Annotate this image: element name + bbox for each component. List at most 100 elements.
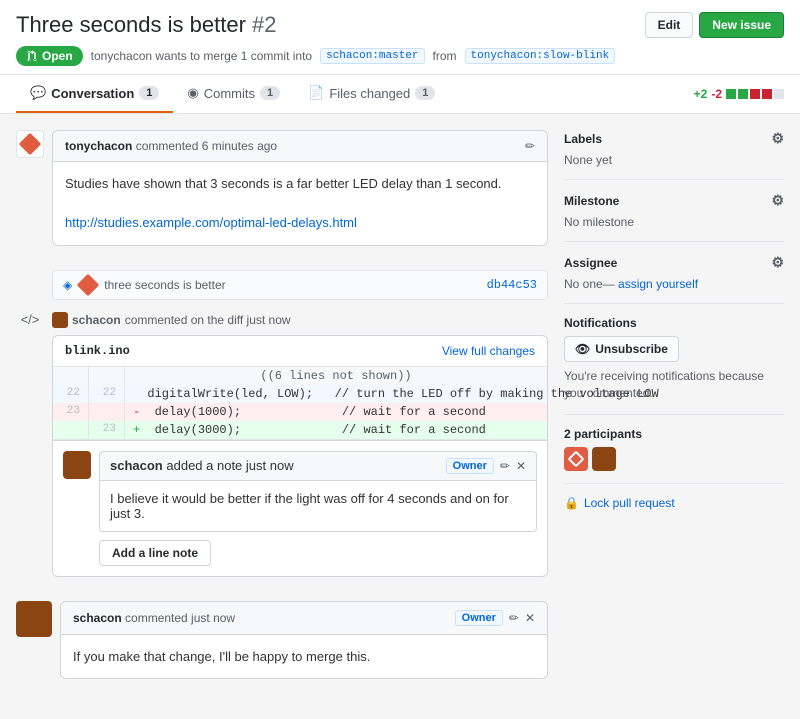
tab-files-changed-label: Files changed bbox=[329, 86, 410, 101]
assignee-label: Assignee ⚙ bbox=[564, 254, 784, 271]
milestone-section: Milestone ⚙ No milestone bbox=[564, 179, 784, 241]
bottom-comment-content: schacon commented just now Owner ✏ ✕ If … bbox=[60, 601, 548, 692]
tab-conversation-count: 1 bbox=[139, 86, 159, 100]
bottom-comment-author: schacon bbox=[73, 611, 122, 625]
tab-files-changed-count: 1 bbox=[415, 86, 435, 100]
participants-section: 2 participants bbox=[564, 414, 784, 483]
milestone-gear-icon[interactable]: ⚙ bbox=[771, 192, 784, 209]
first-comment-body: Studies have shown that 3 seconds is a f… bbox=[53, 162, 547, 245]
labels-section: Labels ⚙ None yet bbox=[564, 130, 784, 179]
bottom-comment-body: If you make that change, I'll be happy t… bbox=[61, 635, 547, 679]
tab-commits-label: Commits bbox=[204, 86, 255, 101]
first-comment-box: tonychacon commented 6 minutes ago ✏ Stu… bbox=[52, 130, 548, 246]
participants-list bbox=[564, 447, 784, 471]
labels-value: None yet bbox=[564, 153, 784, 167]
diff-icon: ◈ bbox=[63, 278, 72, 292]
tab-conversation[interactable]: 💬 Conversation 1 bbox=[16, 75, 173, 113]
labels-gear-icon[interactable]: ⚙ bbox=[771, 130, 784, 147]
diff-removed-row-23: 23 - delay(1000); // wait for a second bbox=[53, 403, 547, 421]
pr-meta-text: tonychacon wants to merge 1 commit into bbox=[91, 49, 312, 63]
inline-owner-badge: Owner bbox=[446, 458, 494, 474]
diff-blocks bbox=[726, 89, 784, 99]
diff-added-row-23: 23 + delay(3000); // wait for a second bbox=[53, 421, 547, 439]
commit-avatar bbox=[77, 273, 100, 296]
content-body: tonychacon commented 6 minutes ago ✏ Stu… bbox=[0, 114, 800, 719]
diff-block-1 bbox=[726, 89, 736, 99]
eye-icon: 👁 bbox=[575, 342, 590, 356]
notifications-label: Notifications bbox=[564, 316, 784, 330]
inline-close-icon[interactable]: ✕ bbox=[516, 459, 526, 473]
commit-sha[interactable]: db44c53 bbox=[487, 278, 537, 292]
bottom-comment-row: schacon commented just now Owner ✏ ✕ If … bbox=[16, 601, 548, 692]
assignee-gear-icon[interactable]: ⚙ bbox=[771, 254, 784, 271]
tab-conversation-label: Conversation bbox=[51, 86, 134, 101]
diff-line-icon: </> bbox=[16, 312, 44, 327]
diff-commenter: schacon bbox=[72, 313, 121, 327]
lock-pull-request-link[interactable]: 🔒 Lock pull request bbox=[564, 496, 784, 510]
diff-comment-content: schacon commented on the diff just now b… bbox=[52, 312, 548, 589]
code-diff: ((6 lines not shown)) 22 22 digitalWrite… bbox=[53, 367, 547, 440]
inline-comment-header: schacon added a note just now Owner ✏ ✕ bbox=[99, 451, 537, 481]
inline-comment-inner: schacon added a note just now Owner ✏ ✕ bbox=[53, 441, 547, 576]
diff-filename: blink.ino bbox=[65, 344, 130, 358]
commit-line: ◈ three seconds is better db44c53 bbox=[52, 270, 548, 300]
inline-comment-content: schacon added a note just now Owner ✏ ✕ bbox=[99, 451, 537, 566]
tab-files-changed[interactable]: 📄 Files changed 1 bbox=[294, 75, 449, 113]
inline-edit-icon[interactable]: ✏ bbox=[500, 459, 510, 473]
view-full-changes-link[interactable]: View full changes bbox=[442, 344, 535, 358]
pr-from-text: from bbox=[433, 49, 457, 63]
git-pull-request-icon bbox=[26, 50, 38, 62]
diff-block-3 bbox=[750, 89, 760, 99]
assignee-value: No one— assign yourself bbox=[564, 277, 784, 291]
head-branch[interactable]: tonychacon:slow-blink bbox=[465, 48, 616, 64]
diff-minus-stat: -2 bbox=[711, 87, 722, 101]
edit-comment-icon[interactable]: ✏ bbox=[525, 139, 535, 153]
commit-message: three seconds is better bbox=[104, 278, 225, 292]
diff-plus-stat: +2 bbox=[694, 87, 708, 101]
edit-button[interactable]: Edit bbox=[645, 12, 694, 38]
tab-commits[interactable]: ◉ Commits 1 bbox=[173, 75, 294, 113]
first-comment-time: commented 6 minutes ago bbox=[136, 139, 277, 153]
lock-section: 🔒 Lock pull request bbox=[564, 483, 784, 522]
first-comment-content: tonychacon commented 6 minutes ago ✏ Stu… bbox=[52, 130, 548, 258]
first-comment-header: tonychacon commented 6 minutes ago ✏ bbox=[53, 131, 547, 162]
comment-link[interactable]: http://studies.example.com/optimal-led-d… bbox=[65, 215, 357, 230]
assignee-section: Assignee ⚙ No one— assign yourself bbox=[564, 241, 784, 303]
add-line-note-area: Add a line note bbox=[99, 532, 537, 566]
diff-expand-row: ((6 lines not shown)) bbox=[53, 367, 547, 385]
schacon-diff-meta: schacon commented on the diff just now bbox=[52, 312, 548, 331]
inline-comment: schacon added a note just now Owner ✏ ✕ bbox=[53, 440, 547, 576]
base-branch[interactable]: schacon:master bbox=[320, 48, 424, 64]
bottom-edit-icon[interactable]: ✏ bbox=[509, 611, 519, 625]
diff-block-5 bbox=[774, 89, 784, 99]
diff-comment-wrapper: blink.ino View full changes ((6 lines no… bbox=[52, 335, 548, 577]
participant-1-avatar[interactable] bbox=[564, 447, 588, 471]
notifications-text: You're receiving notifications because y… bbox=[564, 368, 784, 402]
timeline: tonychacon commented 6 minutes ago ✏ Stu… bbox=[16, 130, 548, 703]
participants-label: 2 participants bbox=[564, 427, 784, 441]
diff-comment-row: </> schacon commented on the diff just n… bbox=[16, 312, 548, 589]
diff-context-row-22: 22 22 digitalWrite(led, LOW); // turn th… bbox=[53, 385, 547, 403]
inline-author: schacon bbox=[110, 458, 163, 473]
notifications-section: Notifications 👁 Unsubscribe You're recei… bbox=[564, 303, 784, 414]
diff-stats: +2 -2 bbox=[694, 87, 784, 101]
bottom-comment-box: schacon commented just now Owner ✏ ✕ If … bbox=[60, 601, 548, 680]
bottom-owner-badge: Owner bbox=[455, 610, 503, 626]
bottom-comment-header: schacon commented just now Owner ✏ ✕ bbox=[61, 602, 547, 635]
inline-time: added a note just now bbox=[166, 458, 293, 473]
assign-yourself-link[interactable]: assign yourself bbox=[618, 277, 698, 291]
inline-comment-body: I believe it would be better if the ligh… bbox=[99, 481, 537, 532]
schacon-small-avatar bbox=[52, 312, 68, 328]
pr-tabs: 💬 Conversation 1 ◉ Commits 1 📄 Files cha… bbox=[0, 75, 800, 114]
add-line-note-button[interactable]: Add a line note bbox=[99, 540, 211, 566]
first-comment-row: tonychacon commented 6 minutes ago ✏ Stu… bbox=[16, 130, 548, 258]
unsubscribe-button[interactable]: 👁 Unsubscribe bbox=[564, 336, 679, 362]
diff-block-4 bbox=[762, 89, 772, 99]
labels-label: Labels ⚙ bbox=[564, 130, 784, 147]
tab-commits-count: 1 bbox=[260, 86, 280, 100]
milestone-value: No milestone bbox=[564, 215, 784, 229]
participant-2-avatar[interactable] bbox=[592, 447, 616, 471]
new-issue-button[interactable]: New issue bbox=[699, 12, 784, 38]
diff-block-2 bbox=[738, 89, 748, 99]
bottom-close-icon[interactable]: ✕ bbox=[525, 611, 535, 625]
